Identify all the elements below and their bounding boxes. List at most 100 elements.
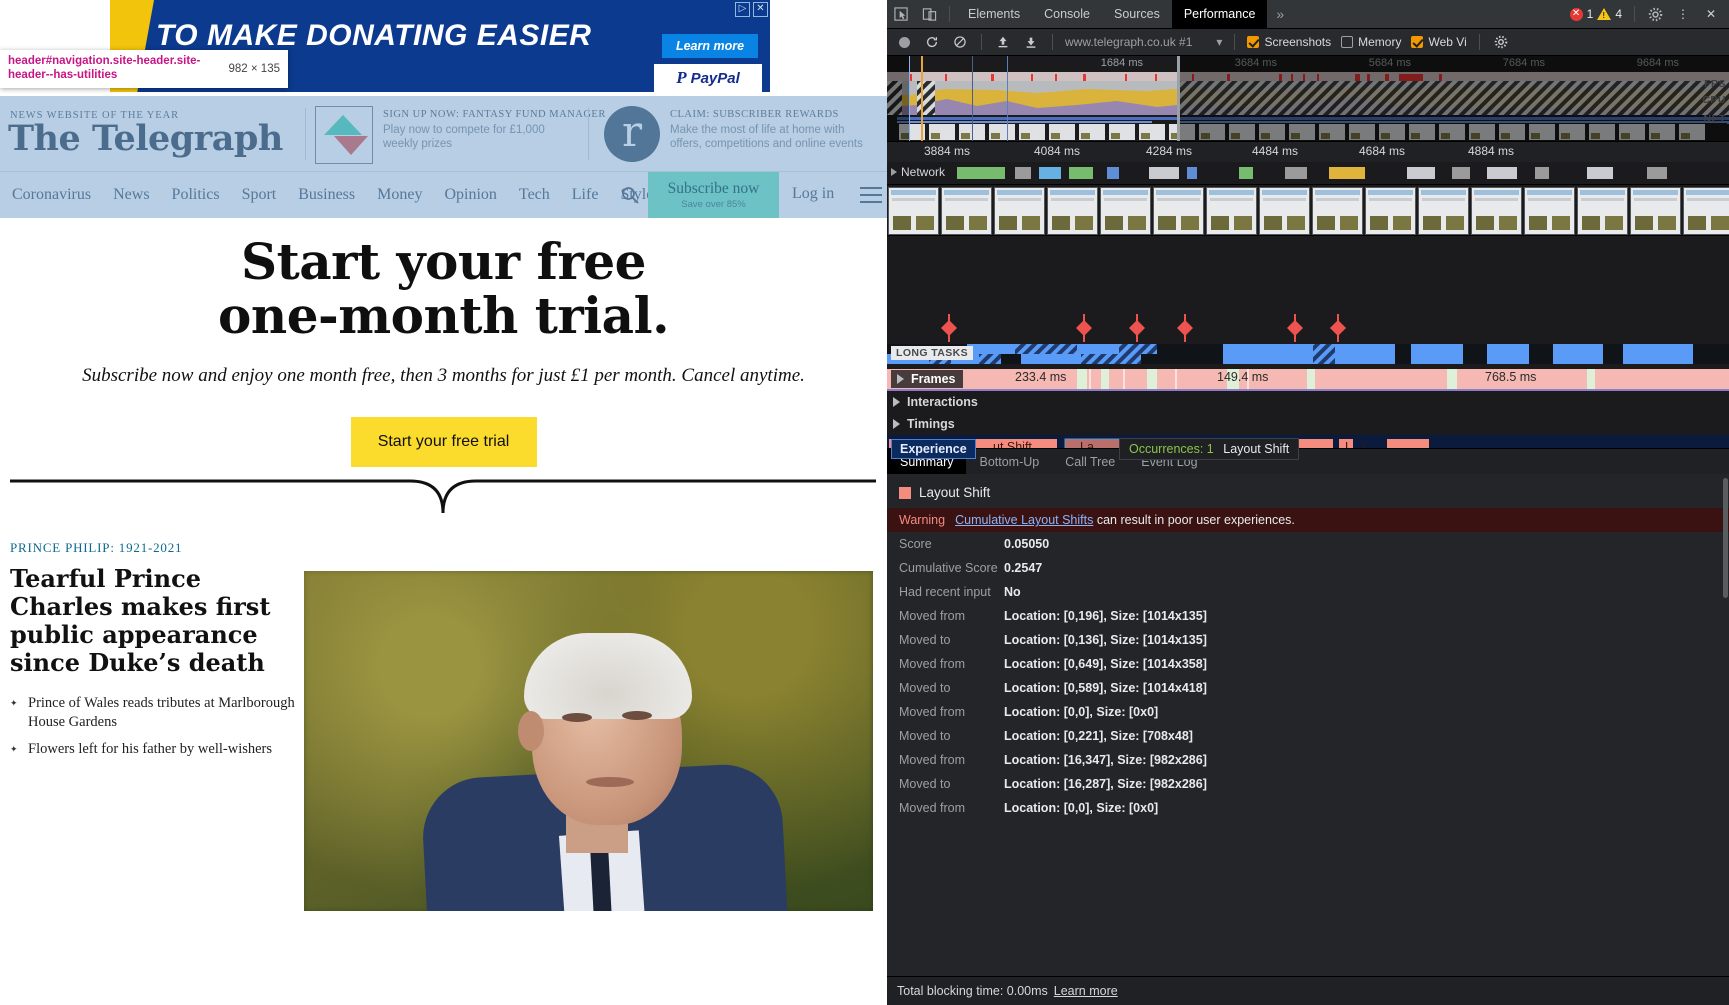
experience-track-label[interactable]: Experience <box>891 439 976 459</box>
nav-item-opinion[interactable]: Opinion <box>444 186 496 204</box>
chevron-down-icon[interactable]: ▾ <box>1216 35 1222 49</box>
nav-item-money[interactable]: Money <box>377 186 422 204</box>
checkbox-web-vitals[interactable]: Web Vi <box>1407 35 1470 49</box>
clear-icon[interactable] <box>947 29 973 55</box>
gear-icon[interactable] <box>1641 0 1669 28</box>
scrollbar-thumb[interactable] <box>1723 478 1728 598</box>
timings-markers-track[interactable] <box>887 314 1729 342</box>
hero-subtitle: Subscribe now and enjoy one month free, … <box>82 365 805 386</box>
filmstrip-frame[interactable] <box>888 187 939 235</box>
target-selector[interactable]: www.telegraph.co.uk #1 ▾ <box>1061 35 1226 49</box>
more-options-icon[interactable]: ⋮ <box>1669 0 1697 28</box>
detail-row: Moved to Location: [0,589], Size: [1014x… <box>887 676 1729 700</box>
chevron-right-icon[interactable] <box>897 374 904 384</box>
filmstrip-frame[interactable] <box>1630 187 1681 235</box>
subscribe-now-button[interactable]: Subscribe now Save over 85% <box>648 172 779 218</box>
list-item[interactable]: Flowers left for his father by well-wish… <box>10 740 300 759</box>
filmstrip-frame[interactable] <box>1259 187 1310 235</box>
overview-window-right-handle[interactable] <box>1177 56 1180 141</box>
interactions-track-label[interactable]: Interactions <box>893 391 978 413</box>
detail-key: Moved to <box>899 681 951 695</box>
ad-learn-more-button[interactable]: Learn more <box>662 34 758 58</box>
login-link[interactable]: Log in <box>792 185 834 203</box>
close-icon[interactable]: ✕ <box>753 2 768 17</box>
article-photo[interactable] <box>304 571 873 911</box>
upload-profile-icon[interactable] <box>990 29 1016 55</box>
article-headline[interactable]: Tearful Prince Charles makes first publi… <box>10 565 280 677</box>
start-free-trial-button[interactable]: Start your free trial <box>350 417 537 467</box>
reload-record-icon[interactable] <box>919 29 945 55</box>
inspect-element-icon[interactable] <box>887 0 915 28</box>
nav-item-coronavirus[interactable]: Coronavirus <box>12 186 91 204</box>
close-icon[interactable]: ✕ <box>1697 0 1725 28</box>
tab-sources[interactable]: Sources <box>1102 0 1172 28</box>
promo-subscriber-rewards[interactable]: r CLAIM: SUBSCRIBER REWARDS Make the mos… <box>604 106 870 162</box>
nav-item-sport[interactable]: Sport <box>242 186 277 204</box>
filmstrip-frame[interactable] <box>1577 187 1628 235</box>
cumulative-layout-shifts-link[interactable]: Cumulative Layout Shifts <box>955 513 1093 527</box>
ad-controls[interactable]: ▷ ✕ <box>735 2 768 17</box>
nav-item-politics[interactable]: Politics <box>172 186 220 204</box>
network-track[interactable]: Network <box>887 162 1729 185</box>
tab-console[interactable]: Console <box>1032 0 1102 28</box>
list-item[interactable]: Prince of Wales reads tributes at Marlbo… <box>10 694 300 732</box>
search-icon[interactable] <box>620 185 640 205</box>
adchoices-icon[interactable]: ▷ <box>735 2 750 17</box>
filmstrip-frame[interactable] <box>1153 187 1204 235</box>
nav-item-tech[interactable]: Tech <box>519 186 550 204</box>
nav-item-business[interactable]: Business <box>298 186 355 204</box>
overview-tick: 1684 ms <box>1100 57 1143 69</box>
issue-counters[interactable]: ✕ 1 4 <box>1564 7 1628 21</box>
filmstrip-frame[interactable] <box>1683 187 1729 235</box>
promo-body: Play now to compete for £1,000 weekly pr… <box>383 124 545 150</box>
promo-fantasy-fund-manager[interactable]: SIGN UP NOW: FANTASY FUND MANAGER Play n… <box>315 106 606 164</box>
chevron-right-icon[interactable] <box>893 419 900 429</box>
timings-track[interactable]: Timings <box>887 413 1729 435</box>
learn-more-link[interactable]: Learn more <box>1054 984 1118 998</box>
interactions-track[interactable]: Interactions <box>887 391 1729 413</box>
main-flame-chart[interactable] <box>887 236 1729 314</box>
filmstrip-frame[interactable] <box>1312 187 1363 235</box>
details-scrollbar[interactable] <box>1722 474 1729 976</box>
download-profile-icon[interactable] <box>1018 29 1044 55</box>
hamburger-menu-icon[interactable] <box>860 187 882 208</box>
filmstrip-frame[interactable] <box>1524 187 1575 235</box>
tab-call-tree[interactable]: Call Tree <box>1052 449 1128 475</box>
checkbox-box <box>1341 36 1354 48</box>
filmstrip-frame[interactable] <box>1100 187 1151 235</box>
frames-track-label[interactable]: Frames <box>891 370 964 388</box>
filmstrip-frame[interactable] <box>1365 187 1416 235</box>
detail-value: Location: [16,287], Size: [982x286] <box>1004 777 1207 791</box>
nav-item-life[interactable]: Life <box>572 186 599 204</box>
nav-links: Coronavirus News Politics Sport Business… <box>12 172 653 218</box>
chevron-right-icon[interactable] <box>893 397 900 407</box>
article-bullets: Prince of Wales reads tributes at Marlbo… <box>10 694 300 767</box>
summary-details-panel[interactable]: Layout Shift Warning Cumulative Layout S… <box>887 474 1729 976</box>
telegraph-logo[interactable]: The Telegraph <box>8 118 283 159</box>
timings-track-label[interactable]: Timings <box>893 413 955 435</box>
record-icon[interactable] <box>891 29 917 55</box>
long-tasks-track[interactable]: LONG TASKS <box>887 342 1729 366</box>
detail-value: Location: [0,136], Size: [1014x135] <box>1004 633 1207 647</box>
tab-performance[interactable]: Performance <box>1171 0 1268 28</box>
filmstrip-frame[interactable] <box>1418 187 1469 235</box>
filmstrip-frame[interactable] <box>1047 187 1098 235</box>
frames-track[interactable]: Frames 233.4 ms 149.4 ms 768.5 ms <box>887 366 1729 391</box>
overview-window-left-handle[interactable] <box>909 56 910 141</box>
checkbox-screenshots[interactable]: Screenshots <box>1243 35 1335 49</box>
more-tabs-icon[interactable]: » <box>1267 6 1293 22</box>
filmstrip-track[interactable] <box>887 185 1729 236</box>
nav-item-news[interactable]: News <box>113 186 149 204</box>
tab-bottom-up[interactable]: Bottom-Up <box>966 449 1052 475</box>
filmstrip-frame[interactable] <box>941 187 992 235</box>
site-navigation: Coronavirus News Politics Sport Business… <box>0 171 887 218</box>
article-kicker[interactable]: PRINCE PHILIP: 1921-2021 <box>10 540 182 556</box>
timeline-overview[interactable]: 1684 ms 3684 ms 5684 ms 7684 ms 9684 ms <box>887 56 1729 142</box>
capture-settings-gear-icon[interactable] <box>1488 29 1514 55</box>
tab-elements[interactable]: Elements <box>956 0 1032 28</box>
checkbox-memory[interactable]: Memory <box>1337 35 1405 49</box>
filmstrip-frame[interactable] <box>994 187 1045 235</box>
filmstrip-frame[interactable] <box>1206 187 1257 235</box>
filmstrip-frame[interactable] <box>1471 187 1522 235</box>
device-toolbar-icon[interactable] <box>915 0 943 28</box>
